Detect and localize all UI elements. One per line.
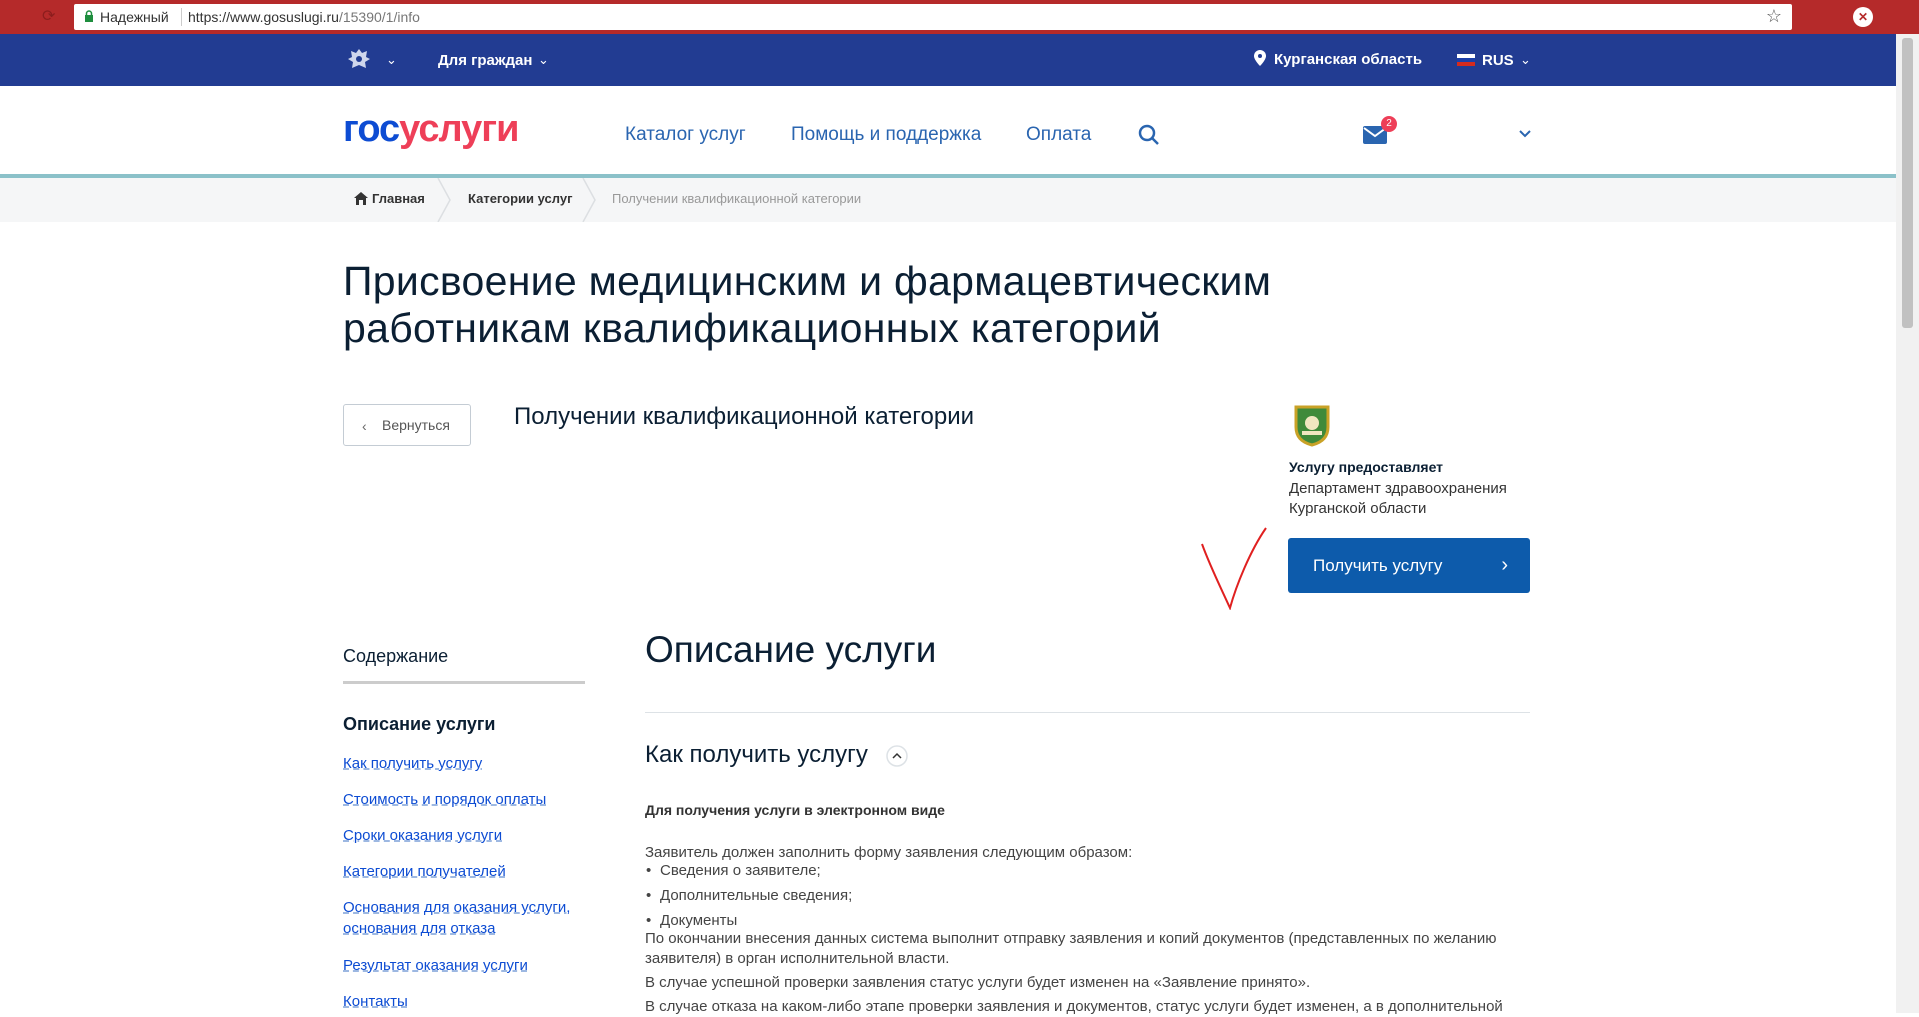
region-selector[interactable]: Курганская область (1274, 51, 1422, 68)
paragraph-submission: По окончании внесения данных система вып… (645, 930, 1497, 967)
reload-icon[interactable]: ⟳ (42, 8, 60, 26)
breadcrumb-separator (437, 178, 451, 222)
list-item: Сведения о заявителе; (646, 862, 821, 879)
nav-catalog[interactable]: Каталог услуг (625, 124, 746, 146)
chevron-down-icon[interactable] (1517, 126, 1533, 142)
toc-link-contacts[interactable]: Контакты (343, 991, 583, 1012)
how-to-get-heading[interactable]: Как получить услугу (645, 741, 868, 769)
site-header: госуслуги Каталог услуг Помощь и поддерж… (0, 86, 1896, 178)
back-button-label: Вернуться (382, 417, 450, 433)
toc-link-cost[interactable]: Стоимость и порядок оплаты (343, 789, 583, 810)
chevron-down-icon[interactable]: ⌄ (1520, 52, 1531, 68)
toc-link-recipients[interactable]: Категории получателей (343, 861, 583, 882)
breadcrumb-current: Получении квалификационной категории (612, 191, 862, 206)
chevron-left-icon: ‹ (362, 418, 367, 434)
toc-active-item[interactable]: Описание услуги (343, 714, 495, 735)
url-path: /15390/1/info (338, 9, 420, 25)
scrollbar-thumb[interactable] (1902, 38, 1913, 328)
toc-link-terms[interactable]: Сроки оказания услуги (343, 825, 583, 846)
toc-link-result[interactable]: Результат оказания услуги (343, 955, 583, 976)
page-title: Присвоение медицинским и фармацевтически… (343, 258, 1272, 351)
breadcrumb: Главная Категории услуг Получении квалиф… (0, 178, 1896, 222)
toc-title: Содержание (343, 646, 449, 666)
lock-icon (85, 10, 93, 22)
get-service-label: Получить услугу (1313, 556, 1443, 575)
paragraph-rejected: В случае отказа на каком-либо этапе пров… (645, 998, 1503, 1015)
location-pin-icon (1254, 50, 1266, 66)
gosuslugi-logo[interactable]: госуслуги (343, 108, 519, 151)
hand-drawn-checkmark (1201, 527, 1267, 610)
paragraph-accepted: В случае успешной проверки заявления ста… (645, 974, 1311, 991)
description-heading: Описание услуги (645, 629, 937, 670)
address-divider (181, 8, 182, 26)
chevron-down-icon[interactable]: ⌄ (538, 52, 549, 68)
browser-toolbar: ⟳ Надежный https://www.gosuslugi.ru/1539… (0, 0, 1919, 34)
address-bar[interactable]: Надежный https://www.gosuslugi.ru/15390/… (74, 4, 1792, 30)
extension-icon[interactable]: ✕ (1853, 7, 1873, 27)
language-selector[interactable]: RUS (1482, 52, 1514, 69)
coat-of-arms-icon (1294, 405, 1330, 447)
russia-flag-icon (1457, 54, 1475, 66)
nav-help[interactable]: Помощь и поддержка (791, 124, 981, 146)
top-bar: ⌄ Для граждан ⌄ Курганская область RUS ⌄ (0, 34, 1896, 86)
breadcrumb-separator (582, 178, 596, 222)
mail-count-badge: 2 (1381, 116, 1397, 132)
bookmark-star-icon[interactable]: ☆ (1766, 6, 1782, 27)
chevron-right-icon: › (1501, 554, 1508, 576)
provider-title: Услугу предоставляет (1289, 459, 1444, 475)
toc-link-grounds[interactable]: Основания для оказания услуги, основания… (343, 897, 583, 939)
emblem-icon[interactable] (345, 46, 373, 74)
home-icon[interactable] (354, 192, 368, 205)
chevron-up-icon[interactable] (886, 745, 908, 767)
breadcrumb-home[interactable]: Главная (372, 191, 425, 206)
search-icon[interactable] (1138, 124, 1160, 146)
intro-text: Заявитель должен заполнить форму заявлен… (645, 844, 1133, 861)
secure-label: Надежный (100, 9, 169, 25)
get-service-button[interactable]: Получить услугу › (1288, 538, 1530, 593)
logo-part-gos: гос (343, 108, 400, 150)
list-item: Документы (646, 912, 737, 929)
toc-link-how-to-get[interactable]: Как получить услугу (343, 753, 583, 774)
chevron-down-icon[interactable]: ⌄ (386, 52, 397, 68)
logo-part-uslugi: услуги (399, 108, 519, 150)
page-scrollbar[interactable] (1896, 34, 1919, 1013)
toc-divider (343, 681, 585, 684)
breadcrumb-categories[interactable]: Категории услуг (468, 191, 573, 206)
list-item: Дополнительные сведения; (646, 887, 852, 904)
for-citizens-menu[interactable]: Для граждан (438, 52, 532, 69)
service-name: Получении квалификационной категории (514, 403, 975, 430)
section-divider (645, 712, 1530, 713)
back-button[interactable]: ‹ Вернуться (343, 404, 471, 446)
url-host: https://www.gosuslugi.ru (188, 9, 339, 25)
url-text[interactable]: https://www.gosuslugi.ru/15390/1/info (188, 9, 420, 25)
nav-payment[interactable]: Оплата (1026, 124, 1091, 146)
electronic-form-heading: Для получения услуги в электронном виде (645, 802, 945, 818)
provider-name: Департамент здравоохранения Курганской о… (1289, 480, 1507, 517)
